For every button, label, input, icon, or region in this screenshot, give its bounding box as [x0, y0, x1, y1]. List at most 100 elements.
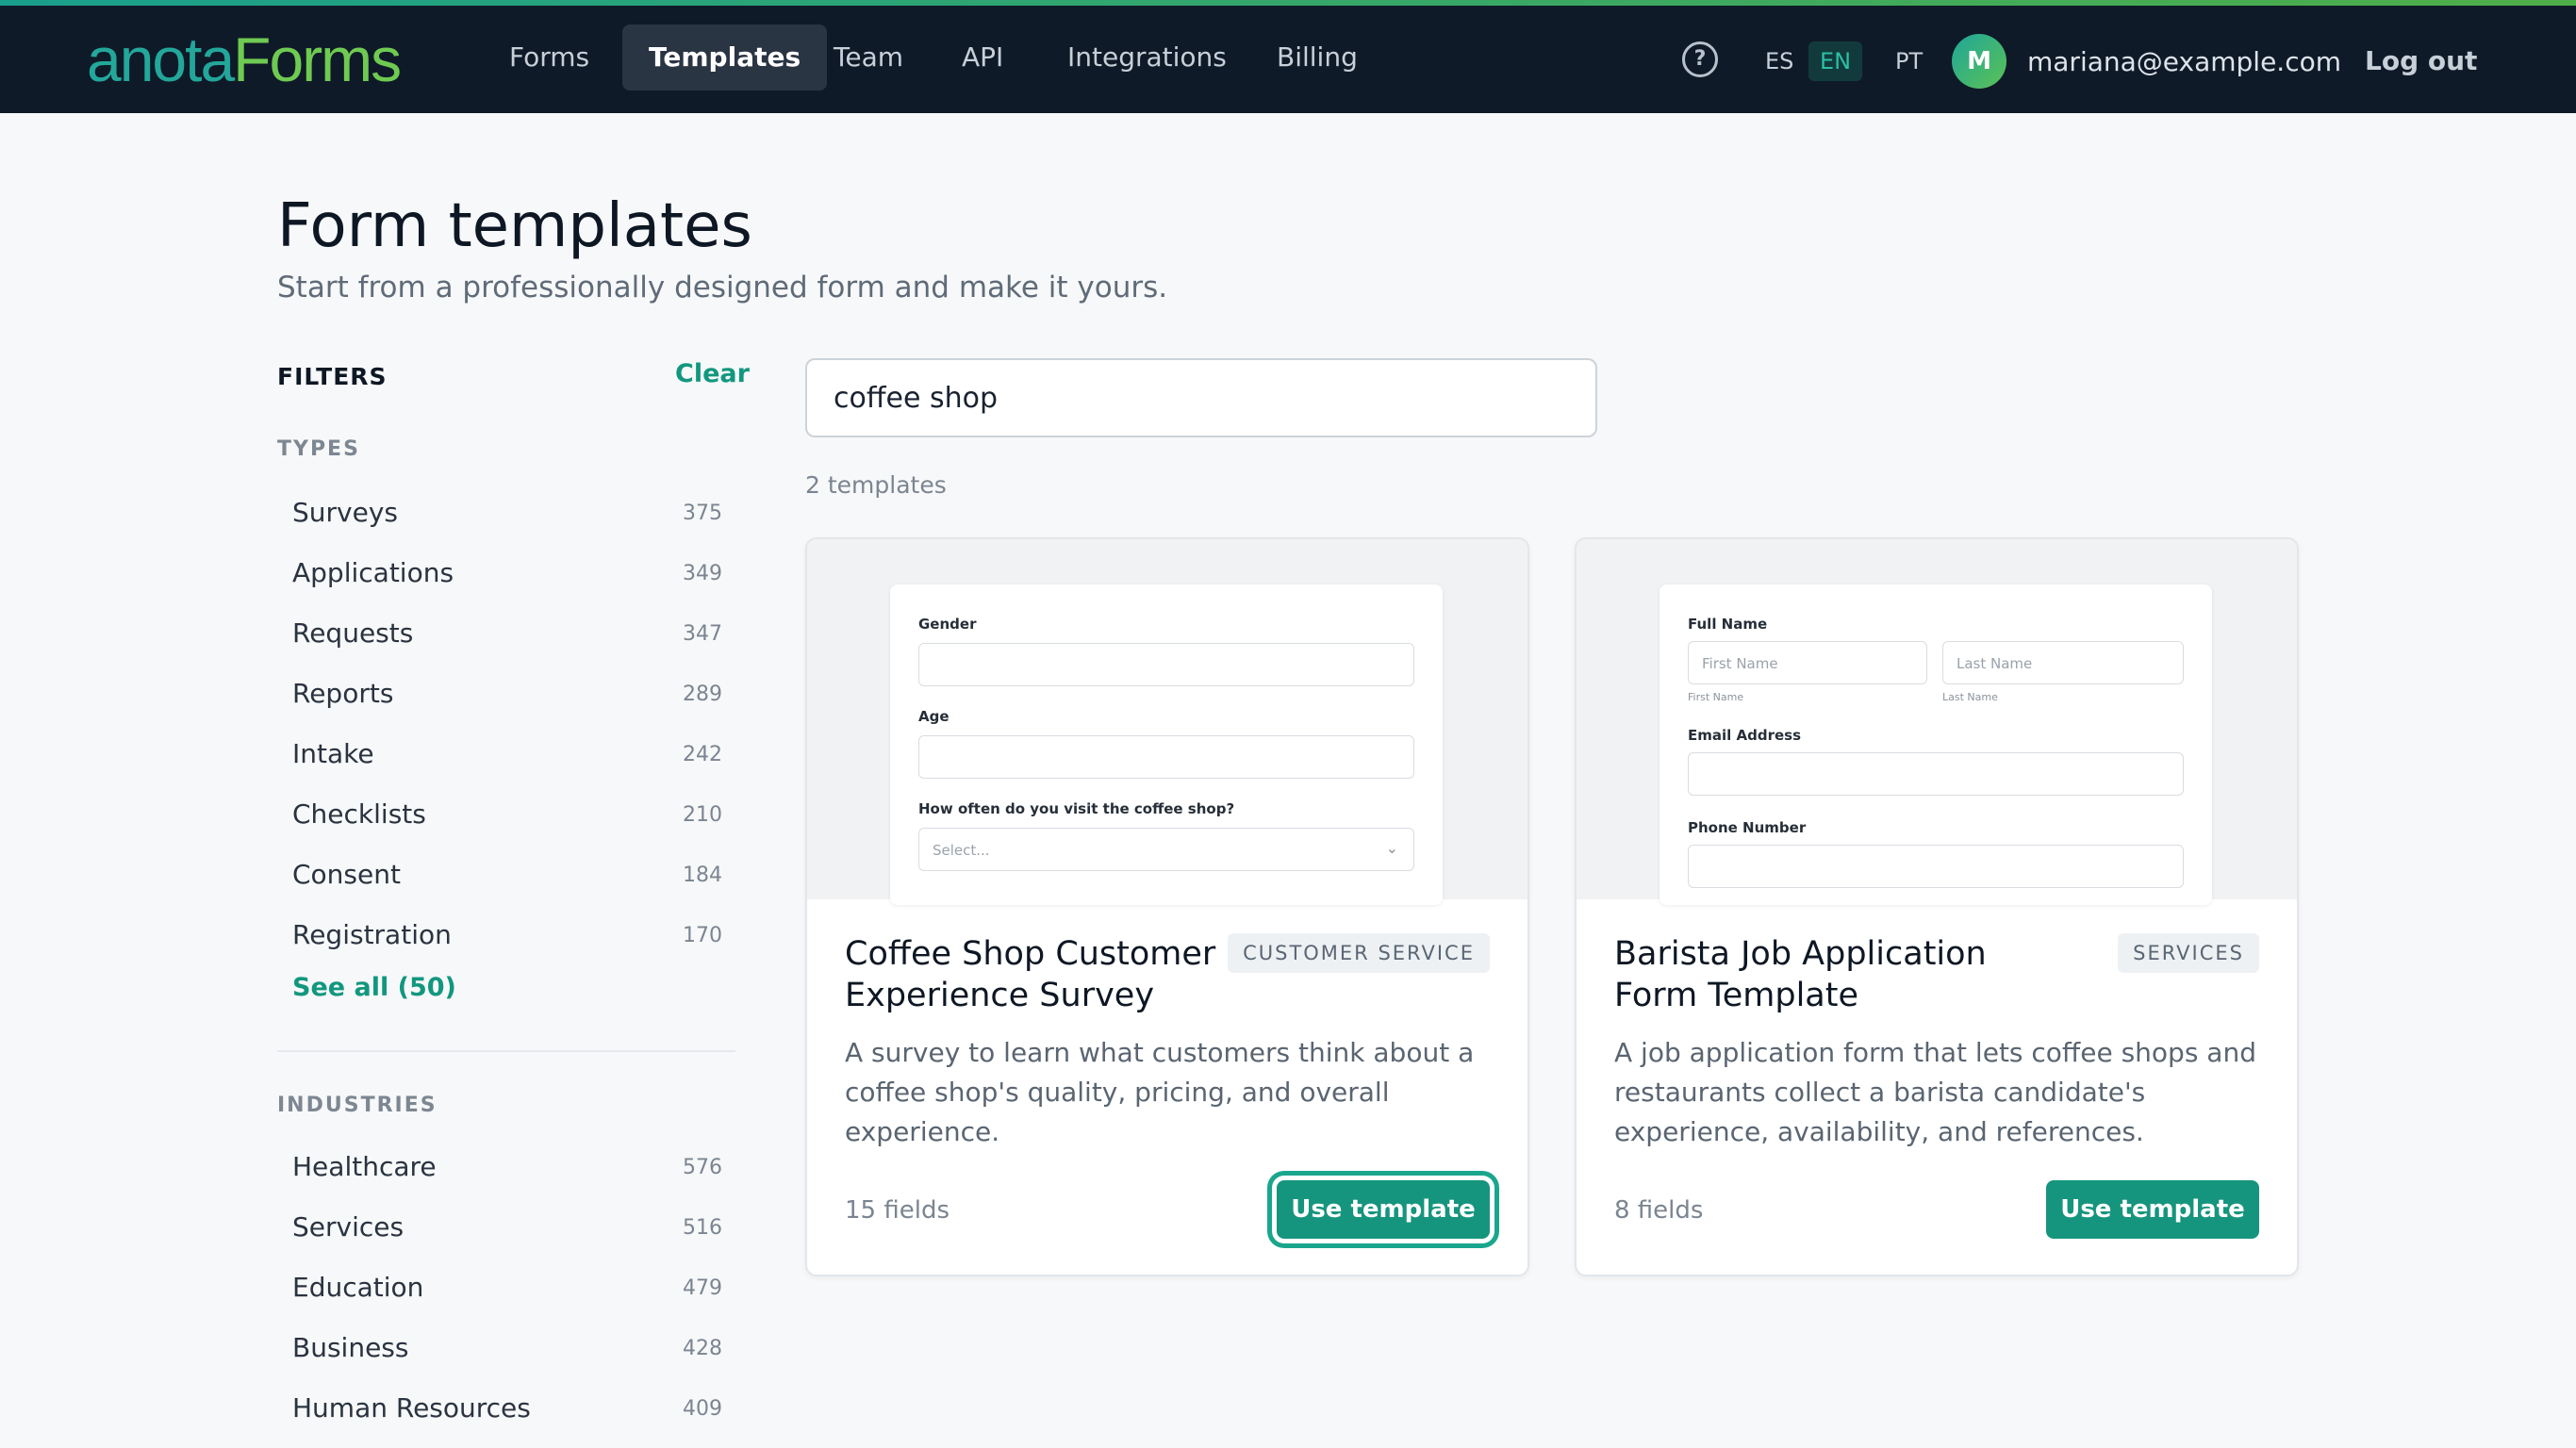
preview-placeholder: First Name [1702, 655, 1778, 672]
filter-industry-human-resources[interactable]: Human Resources 409 [292, 1384, 726, 1433]
filter-count: 576 [683, 1156, 722, 1179]
filter-type-reports[interactable]: Reports 289 [292, 669, 726, 718]
preview-input: First Name [1688, 641, 1927, 684]
filter-type-consent[interactable]: Consent 184 [292, 850, 726, 899]
filter-type-requests[interactable]: Requests 347 [292, 609, 726, 658]
card-description: A survey to learn what customers think a… [845, 1037, 1475, 1147]
language-es[interactable]: ES [1754, 41, 1805, 81]
question-circle-icon[interactable]: ? [1682, 41, 1718, 77]
types-section-label: TYPES [277, 437, 360, 461]
filter-type-applications[interactable]: Applications 349 [292, 549, 726, 598]
template-search-input[interactable] [805, 358, 1597, 437]
nav-integrations[interactable]: Integrations [1041, 25, 1253, 90]
filter-label: Checklists [292, 798, 426, 830]
see-all-types-link[interactable]: See all (50) [292, 971, 456, 1005]
use-template-button[interactable]: Use template [2046, 1180, 2259, 1239]
preview-field-label: Gender [918, 616, 977, 633]
filter-label: Services [292, 1211, 405, 1242]
filter-label: Healthcare [292, 1151, 437, 1182]
filter-count: 289 [683, 683, 722, 706]
preview-field-label: Age [918, 708, 949, 725]
filter-industry-education[interactable]: Education 479 [292, 1263, 726, 1312]
brand-logo[interactable]: anotaForms [87, 25, 402, 94]
nav-api[interactable]: API [935, 25, 1030, 90]
filter-count: 349 [683, 562, 722, 585]
top-navigation: anotaForms Forms Templates Team API Inte… [0, 6, 2576, 113]
sidebar-divider [277, 1050, 735, 1052]
filter-type-intake[interactable]: Intake 242 [292, 730, 726, 779]
language-pt[interactable]: PT [1884, 41, 1934, 81]
preview-input [918, 643, 1414, 686]
filter-label: Business [292, 1332, 409, 1363]
filter-count: 409 [683, 1397, 722, 1421]
preview-sublabel: First Name [1688, 691, 1744, 703]
category-badge: CUSTOMER SERVICE [1228, 933, 1490, 973]
clear-filters-button[interactable]: Clear [675, 357, 750, 391]
filter-label: Reports [292, 678, 394, 709]
filter-industry-services[interactable]: Services 516 [292, 1203, 726, 1252]
preview-field-label: Email Address [1688, 727, 1802, 744]
preview-sublabel: Last Name [1942, 691, 1998, 703]
filter-count: 375 [683, 502, 722, 525]
template-card-barista-application[interactable]: Full Name First Name Last Name First Nam… [1575, 537, 2299, 1276]
filter-count: 516 [683, 1216, 722, 1240]
filter-count: 242 [683, 743, 722, 766]
filter-count: 479 [683, 1276, 722, 1300]
filter-count: 428 [683, 1337, 722, 1360]
filter-label: Registration [292, 919, 452, 950]
nav-templates[interactable]: Templates [622, 25, 828, 90]
page-title: Form templates [277, 191, 752, 261]
chevron-down-icon: ⌄ [1385, 839, 1398, 857]
nav-billing[interactable]: Billing [1250, 25, 1384, 90]
card-title[interactable]: Barista Job Application Form Template [1614, 933, 2029, 1016]
nav-team[interactable]: Team [807, 25, 930, 90]
preview-input [1688, 845, 2184, 888]
template-preview: Full Name First Name Last Name First Nam… [1577, 539, 2297, 905]
result-count: 2 templates [805, 471, 947, 499]
filter-label: Intake [292, 738, 374, 769]
filter-label: Education [292, 1272, 424, 1303]
template-preview: Gender Age How often do you visit the co… [807, 539, 1527, 905]
filter-type-surveys[interactable]: Surveys 375 [292, 488, 726, 537]
preview-input [918, 735, 1414, 779]
filter-label: Surveys [292, 497, 398, 528]
filter-label: Requests [292, 617, 414, 649]
industries-section-label: INDUSTRIES [277, 1094, 438, 1117]
filter-label: Human Resources [292, 1392, 531, 1423]
filter-count: 170 [683, 924, 722, 947]
language-en[interactable]: EN [1808, 41, 1863, 81]
filter-type-registration[interactable]: Registration 170 [292, 911, 726, 960]
preview-form-sheet: Gender Age How often do you visit the co… [890, 584, 1443, 905]
filter-count: 184 [683, 864, 722, 887]
filters-title: FILTERS [277, 363, 388, 390]
filter-industry-business[interactable]: Business 428 [292, 1324, 726, 1373]
field-count: 15 fields [845, 1196, 949, 1225]
preview-input: Last Name [1942, 641, 2184, 684]
filter-label: Consent [292, 859, 401, 890]
template-card-coffee-shop-survey[interactable]: Gender Age How often do you visit the co… [805, 537, 1529, 1276]
filter-count: 210 [683, 803, 722, 827]
preview-field-label: Phone Number [1688, 819, 1807, 836]
preview-field-label: How often do you visit the coffee shop? [918, 800, 1235, 817]
filter-label: Applications [292, 557, 454, 588]
filter-industry-healthcare[interactable]: Healthcare 576 [292, 1143, 726, 1192]
card-description: A job application form that lets coffee … [1614, 1037, 2256, 1147]
preview-field-label: Full Name [1688, 616, 1768, 633]
preview-placeholder: Last Name [1957, 655, 2033, 672]
brand-logo-part2: Forms [233, 25, 402, 94]
card-title[interactable]: Coffee Shop Customer Experience Survey [845, 933, 1260, 1016]
nav-forms[interactable]: Forms [483, 25, 616, 90]
page-subtitle: Start from a professionally designed for… [277, 271, 1168, 304]
user-email[interactable]: mariana@example.com [2027, 43, 2341, 81]
filter-type-checklists[interactable]: Checklists 210 [292, 790, 726, 839]
use-template-button[interactable]: Use template [1277, 1180, 1490, 1239]
brand-logo-part1: anota [87, 25, 235, 94]
preview-select: Select... ⌄ [918, 828, 1414, 871]
preview-input [1688, 752, 2184, 796]
filter-count: 347 [683, 622, 722, 646]
category-badge: SERVICES [2118, 933, 2259, 973]
user-avatar[interactable]: M [1952, 34, 2006, 89]
preview-select-placeholder: Select... [933, 842, 990, 859]
logout-button[interactable]: Log out [2365, 41, 2477, 81]
preview-form-sheet: Full Name First Name Last Name First Nam… [1660, 584, 2212, 905]
